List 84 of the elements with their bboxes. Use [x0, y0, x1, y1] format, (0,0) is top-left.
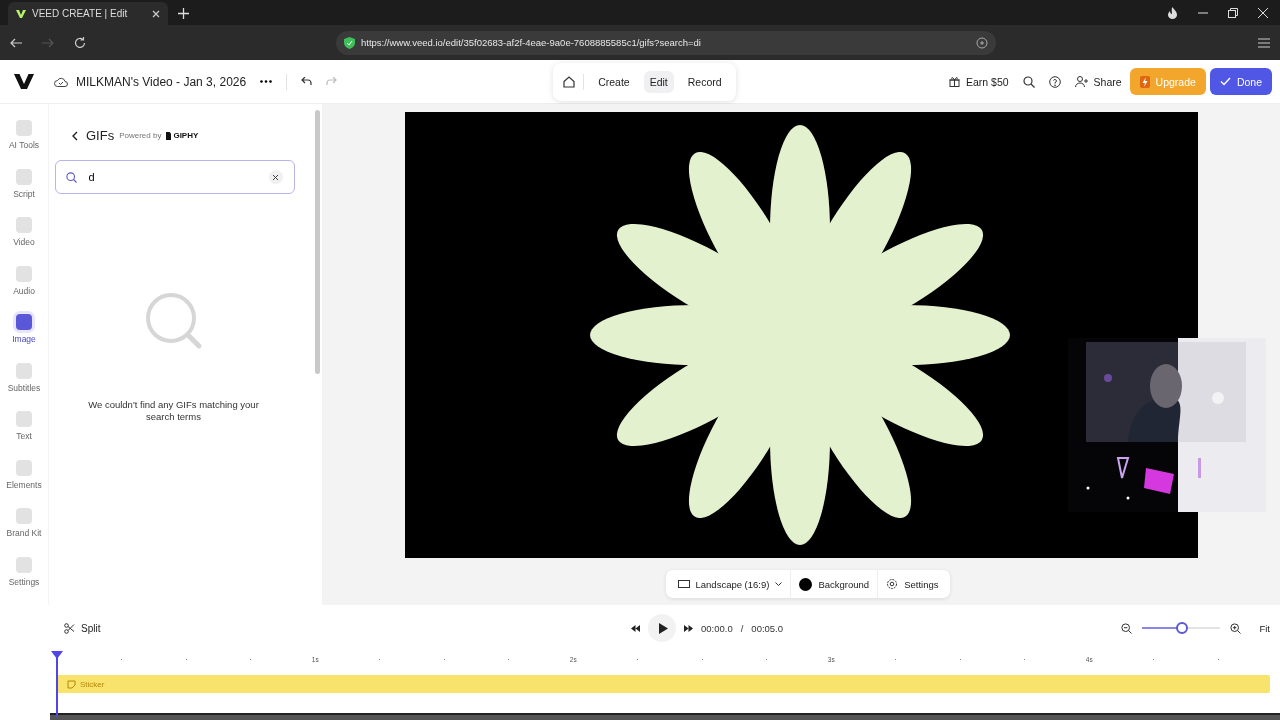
tool-icon — [16, 508, 32, 524]
reload-icon[interactable] — [74, 36, 86, 49]
powered-by-label: Powered by — [119, 131, 162, 140]
aspect-dropdown[interactable]: Landscape (16:9) — [669, 570, 791, 598]
scrollbar[interactable] — [50, 713, 1280, 720]
search-field[interactable]: d — [54, 160, 295, 194]
tool-icon — [16, 411, 32, 427]
empty-message: We couldn't find any GIFs matching your search terms — [87, 399, 260, 423]
panel-title: GIFs — [86, 128, 115, 143]
mode-tab[interactable]: Edit — [643, 70, 674, 93]
settings-icon — [886, 578, 899, 590]
extension-icon[interactable] — [976, 36, 988, 49]
tab-title: VEED CREATE | Edit — [32, 8, 129, 19]
sidebar-item[interactable]: AI Tools — [8, 120, 40, 169]
help-icon[interactable] — [1048, 75, 1061, 88]
done-button[interactable]: Done — [1209, 68, 1272, 95]
tool-icon — [16, 265, 32, 282]
current-time: 00:00.0 — [701, 622, 733, 634]
tool-icon — [16, 556, 32, 573]
restore-icon[interactable] — [1228, 7, 1238, 18]
tool-icon — [16, 168, 32, 185]
project-title[interactable]: MILKMAN's Video - Jan 3, 2026 — [76, 74, 247, 89]
close-icon[interactable] — [1258, 7, 1268, 18]
add-user-icon — [1074, 76, 1088, 87]
sidebar-item[interactable]: Brand Kit — [6, 508, 42, 557]
tool-icon — [16, 459, 32, 476]
tool-icon — [16, 120, 32, 136]
flame-icon[interactable] — [1167, 6, 1178, 19]
new-tab-icon[interactable] — [178, 8, 189, 19]
sidebar-item[interactable]: Elements — [6, 459, 42, 508]
close-icon — [272, 173, 279, 181]
mode-tab[interactable]: Record — [681, 70, 728, 93]
split-button[interactable]: Split — [64, 622, 101, 634]
playhead-handle-icon[interactable] — [51, 651, 63, 659]
rewind-icon[interactable] — [631, 624, 640, 632]
giphy-logo-icon — [166, 131, 172, 140]
mode-tab[interactable]: Create — [592, 70, 636, 93]
time-separator: / — [740, 622, 744, 634]
giphy-brand: GIPHY — [173, 131, 199, 140]
empty-search-icon — [143, 293, 204, 351]
duration: 00:05.0 — [751, 622, 784, 634]
more-icon[interactable] — [260, 80, 273, 83]
shield-icon — [344, 36, 355, 49]
back-icon[interactable] — [71, 130, 78, 141]
sidebar-item[interactable]: Subtitles — [7, 362, 41, 411]
scrollbar[interactable] — [315, 110, 320, 374]
fast-forward-icon[interactable] — [684, 624, 693, 632]
menu-icon[interactable] — [1258, 37, 1270, 48]
search-icon[interactable] — [1022, 75, 1035, 88]
earn-button[interactable]: Earn $50 — [948, 75, 1009, 88]
search-icon — [65, 172, 77, 183]
share-button[interactable]: Share — [1074, 75, 1122, 88]
chevron-down-icon — [775, 582, 783, 586]
sticker-icon — [67, 679, 76, 689]
browser-tab[interactable]: VEED CREATE | Edit — [8, 2, 168, 25]
zoom-in-icon[interactable] — [1230, 622, 1242, 634]
rectangle-icon — [677, 580, 690, 588]
background-button[interactable]: Background — [791, 570, 878, 598]
tool-icon — [16, 217, 32, 233]
gift-icon — [948, 76, 960, 87]
scissors-icon — [64, 622, 75, 634]
home-icon[interactable] — [563, 75, 576, 88]
tool-icon — [16, 362, 32, 379]
lightning-icon — [1139, 75, 1150, 88]
slider-thumb[interactable] — [1176, 622, 1189, 634]
play-button[interactable] — [648, 614, 676, 642]
settings-button[interactable]: Settings — [878, 570, 947, 598]
tool-icon — [16, 314, 32, 330]
checkmark-icon — [1219, 77, 1231, 86]
sidebar-item[interactable]: Settings — [8, 556, 40, 605]
cloud-icon — [54, 76, 68, 87]
flower-drawing[interactable] — [589, 125, 1010, 545]
sidebar-item[interactable]: Script — [13, 168, 35, 217]
circle-icon — [799, 577, 813, 591]
close-icon[interactable] — [152, 9, 160, 18]
address-bar[interactable]: https://www.veed.io/edit/35f02683-af2f-4eae-9a0e-7608885585c1/gifs?search=di — [336, 30, 996, 55]
zoom-out-icon[interactable] — [1121, 622, 1133, 634]
sidebar-item[interactable]: Text — [16, 411, 32, 460]
sidebar-item[interactable]: Video — [13, 217, 35, 266]
fit-button[interactable]: Fit — [1259, 622, 1270, 634]
sidebar-item[interactable]: Image — [12, 314, 36, 363]
veed-logo-icon[interactable] — [14, 74, 34, 89]
play-icon — [658, 622, 668, 634]
undo-icon[interactable] — [301, 77, 313, 86]
